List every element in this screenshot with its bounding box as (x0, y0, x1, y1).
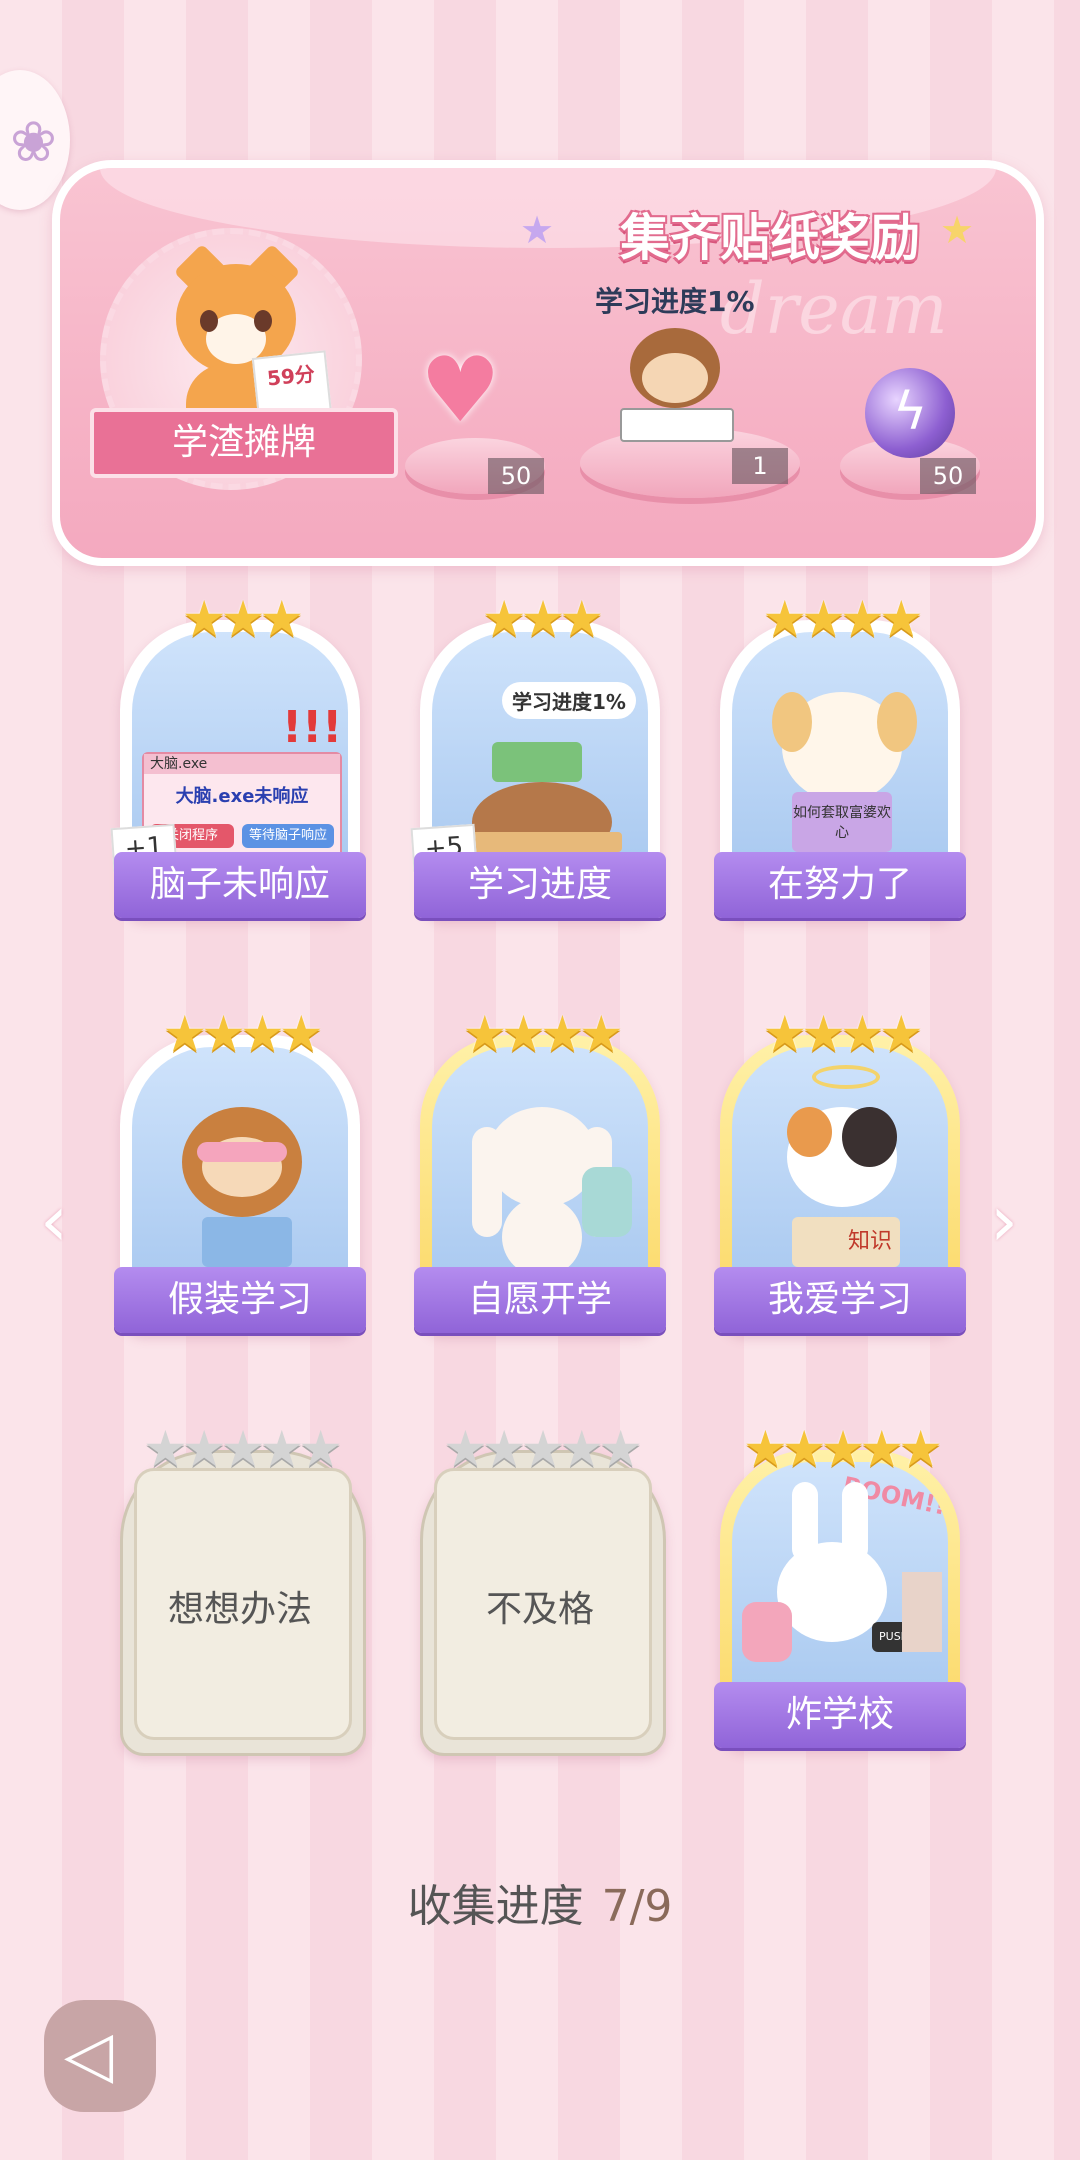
sticker-card[interactable]: 知识 ★★★★ 我爱学习 (714, 1005, 966, 1335)
halo-icon (812, 1065, 880, 1089)
heart-gem-icon: ♥ (420, 338, 501, 443)
flower-icon: ❀ (10, 110, 57, 175)
bunny-icon (487, 1107, 597, 1207)
reward-count: 50 (488, 458, 544, 494)
star-rating: ★★★ (481, 590, 604, 648)
prev-page-arrow-icon[interactable]: ‹ (40, 1180, 68, 1262)
backpack-icon (742, 1602, 792, 1662)
banner-title: 集齐贴纸奖励 (620, 209, 920, 267)
reward-banner: dream ★ ★ 集齐贴纸奖励 59分 学渣摊牌 ♥ 50 学习进度1% 1 … (52, 160, 1044, 566)
next-page-arrow-icon[interactable]: › (990, 1180, 1018, 1262)
card-name: 想想办法 (167, 1589, 312, 1630)
star-rating: ★★★★ (762, 590, 923, 648)
locked-sticker-card[interactable]: ★★★★★ 不及格 (420, 1420, 666, 1756)
backpack-icon (582, 1167, 632, 1237)
star-rating: ★★★★★ (142, 1420, 343, 1478)
sticker-card[interactable]: ★★★★ 自愿开学 (414, 1005, 666, 1335)
card-name: 不及格 (485, 1589, 594, 1630)
sticker-card[interactable]: 学习进度1% ★★★ +5 学习进度 (410, 590, 666, 920)
player-title-ribbon: 学渣摊牌 (90, 408, 398, 478)
star-rating: ★★★★★ (442, 1420, 643, 1478)
card-name: 假装学习 (114, 1267, 366, 1333)
star-rating: ★★★★ (762, 1005, 923, 1063)
bunny-icon (777, 1542, 887, 1642)
collection-label: 收集进度 (407, 1881, 584, 1932)
reward-count: 50 (920, 458, 976, 494)
star-rating: ★★★★★ (742, 1420, 943, 1478)
energy-orb-icon: ϟ (865, 368, 955, 458)
card-name: 炸学校 (714, 1682, 966, 1748)
sticker-card[interactable]: 如何套取富婆欢心 ★★★★ 在努力了 (714, 590, 966, 920)
card-name: 自愿开学 (414, 1267, 666, 1333)
card-name: 在努力了 (714, 852, 966, 918)
sticker-card[interactable]: !!! 大脑.exe 大脑.exe未响应 关闭程序 等待脑子响应 ★★★ +1 … (110, 590, 366, 920)
star-icon: ★ (520, 208, 555, 252)
collection-value: 7/9 (601, 1881, 673, 1932)
star-rating: ★★★★ (162, 1005, 323, 1063)
progress-label: 学习进度1% (595, 285, 755, 318)
sticker-card[interactable]: BOOM!! PUSH ★★★★★ 炸学校 (714, 1420, 966, 1750)
building-icon (902, 1572, 942, 1652)
sticker-card[interactable]: ★★★★ 假装学习 (114, 1005, 366, 1335)
locked-sticker-card[interactable]: ★★★★★ 想想办法 (120, 1420, 366, 1756)
star-rating: ★★★ (181, 590, 304, 648)
reward-count: 1 (732, 448, 788, 484)
card-name: 脑子未响应 (114, 852, 366, 918)
back-button[interactable]: ◁ (44, 2000, 156, 2112)
card-name: 学习进度 (414, 852, 666, 918)
star-rating: ★★★★ (462, 1005, 623, 1063)
card-name: 我爱学习 (714, 1267, 966, 1333)
collection-progress: 收集进度 7/9 (0, 1870, 1080, 1934)
back-arrow-icon: ◁ (64, 2018, 114, 2092)
book-stack-icon (492, 742, 582, 782)
